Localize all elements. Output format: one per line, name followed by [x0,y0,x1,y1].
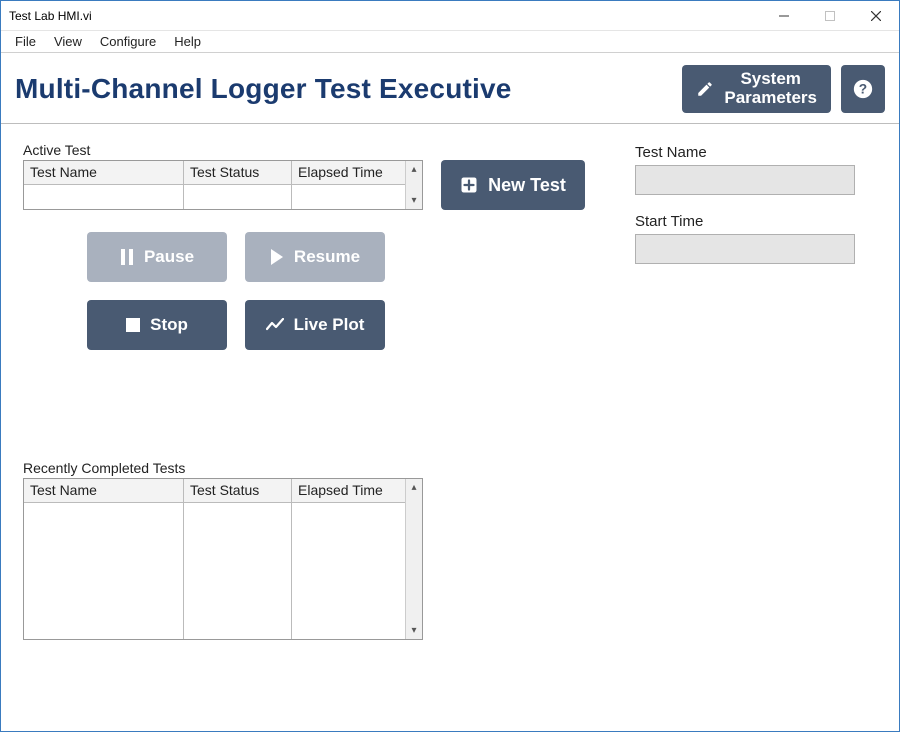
maximize-icon [825,11,835,21]
menu-configure[interactable]: Configure [92,32,164,51]
minimize-icon [779,11,789,21]
play-icon [270,249,284,265]
scroll-up-icon: ▴ [406,479,422,496]
new-test-label: New Test [488,175,566,196]
help-button[interactable]: ? [841,65,885,113]
completed-col-elapsed: Elapsed Time [292,479,405,503]
completed-col-name: Test Name [24,479,183,503]
menu-file[interactable]: File [7,32,44,51]
system-parameters-label-1: System [724,70,817,89]
help-icon: ? [852,78,874,100]
scroll-down-icon: ▾ [406,192,422,209]
pencil-icon [696,80,714,98]
menu-bar: File View Configure Help [1,31,899,53]
pause-label: Pause [144,247,194,267]
resume-button[interactable]: Resume [245,232,385,282]
test-name-field [635,165,855,195]
active-col-name: Test Name [24,161,183,185]
page-title: Multi-Channel Logger Test Executive [15,73,682,105]
chart-line-icon [266,318,284,332]
window-title: Test Lab HMI.vi [9,9,92,23]
completed-tests-label: Recently Completed Tests [23,460,603,476]
active-scrollbar[interactable]: ▴ ▾ [405,161,422,209]
plus-icon [460,176,478,194]
completed-scrollbar[interactable]: ▴ ▾ [405,479,422,639]
window-close-button[interactable] [853,1,899,31]
active-col-status: Test Status [184,161,291,185]
window-maximize-button[interactable] [807,1,853,31]
active-col-elapsed: Elapsed Time [292,161,405,185]
stop-icon [126,318,140,332]
system-parameters-button[interactable]: System Parameters [682,65,831,113]
scroll-up-icon: ▴ [406,161,422,178]
pause-icon [120,249,134,265]
menu-view[interactable]: View [46,32,90,51]
system-parameters-label-2: Parameters [724,89,817,108]
window-titlebar: Test Lab HMI.vi [1,1,899,31]
live-plot-label: Live Plot [294,315,365,335]
stop-button[interactable]: Stop [87,300,227,350]
content-area: Active Test Test Name Test Status Elapse… [1,124,899,650]
live-plot-button[interactable]: Live Plot [245,300,385,350]
window-minimize-button[interactable] [761,1,807,31]
resume-label: Resume [294,247,360,267]
completed-tests-list[interactable]: Test Name Test Status Elapsed Time ▴ ▾ [23,478,423,640]
test-name-field-label: Test Name [635,144,879,161]
header-band: Multi-Channel Logger Test Executive Syst… [1,53,899,124]
start-time-field [635,234,855,264]
stop-label: Stop [150,315,188,335]
menu-help[interactable]: Help [166,32,209,51]
start-time-field-label: Start Time [635,213,879,230]
active-test-list[interactable]: Test Name Test Status Elapsed Time ▴ ▾ [23,160,423,210]
active-test-label: Active Test [23,142,603,158]
scroll-down-icon: ▾ [406,622,422,639]
pause-button[interactable]: Pause [87,232,227,282]
close-icon [871,11,881,21]
completed-col-status: Test Status [184,479,291,503]
svg-text:?: ? [859,82,867,97]
new-test-button[interactable]: New Test [441,160,585,210]
